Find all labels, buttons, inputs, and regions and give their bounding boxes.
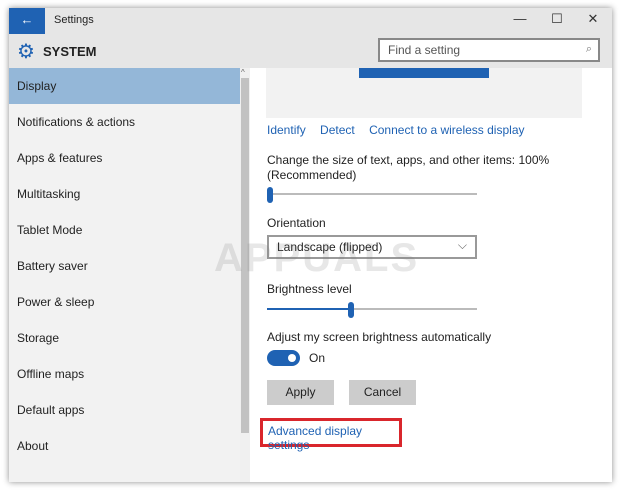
scrollbar-thumb[interactable] (241, 78, 249, 433)
identify-link[interactable]: Identify (267, 123, 306, 137)
sidebar-item-apps-features[interactable]: Apps & features (9, 140, 240, 176)
advanced-display-settings-link[interactable]: Advanced display settings (260, 418, 402, 452)
brightness-slider[interactable] (267, 302, 477, 318)
search-placeholder: Find a setting (388, 43, 461, 57)
sidebar-item-tablet-mode[interactable]: Tablet Mode (9, 212, 240, 248)
scroll-up-icon[interactable]: ^ (241, 68, 245, 77)
search-input[interactable]: Find a setting ⌕ (378, 38, 600, 62)
display-preview (266, 68, 582, 118)
sidebar-item-default-apps[interactable]: Default apps (9, 392, 240, 428)
maximize-button[interactable]: ☐ (542, 11, 572, 27)
auto-brightness-label: Adjust my screen brightness automaticall… (267, 330, 492, 344)
sidebar: Display Notifications & actions Apps & fea… (9, 68, 240, 482)
monitor-tile[interactable] (359, 68, 489, 78)
brightness-label: Brightness level (267, 282, 352, 296)
search-icon: ⌕ (585, 43, 592, 55)
cancel-button[interactable]: Cancel (349, 380, 416, 405)
orientation-value: Landscape (flipped) (277, 240, 383, 254)
sidebar-item-display[interactable]: Display (9, 68, 240, 104)
connect-wireless-link[interactable]: Connect to a wireless display (369, 123, 524, 137)
back-arrow-icon: ← (20, 12, 34, 27)
settings-window: ← Settings — ☐ ✕ ⚙ SYSTEM Find a setting… (9, 8, 612, 482)
title-bar: ← Settings — ☐ ✕ (9, 8, 612, 34)
close-button[interactable]: ✕ (578, 11, 608, 27)
scale-label: Change the size of text, apps, and other… (267, 153, 550, 167)
back-button[interactable]: ← (9, 8, 45, 34)
chevron-down-icon: ⌵ (457, 238, 467, 252)
detect-link[interactable]: Detect (320, 123, 355, 137)
orientation-label: Orientation (267, 216, 326, 230)
auto-brightness-toggle[interactable] (267, 350, 300, 366)
apply-button[interactable]: Apply (267, 380, 334, 405)
scale-sublabel: (Recommended) (267, 168, 357, 182)
display-settings: Identify Detect Connect to a wireless di… (250, 68, 612, 482)
brightness-slider-thumb[interactable] (348, 302, 354, 318)
sidebar-item-multitasking[interactable]: Multitasking (9, 176, 240, 212)
sidebar-item-storage[interactable]: Storage (9, 320, 240, 356)
sidebar-item-battery-saver[interactable]: Battery saver (9, 248, 240, 284)
sidebar-item-about[interactable]: About (9, 428, 240, 464)
toggle-state: On (309, 351, 326, 365)
window-title: Settings (54, 14, 94, 26)
display-links: Identify Detect Connect to a wireless di… (267, 123, 536, 137)
section-title: SYSTEM (43, 44, 97, 59)
scale-slider[interactable] (267, 187, 477, 203)
sidebar-item-notifications-actions[interactable]: Notifications & actions (9, 104, 240, 140)
scrollbar[interactable]: ^ (240, 68, 250, 482)
scale-slider-thumb[interactable] (267, 187, 274, 203)
sidebar-item-power-sleep[interactable]: Power & sleep (9, 284, 240, 320)
minimize-button[interactable]: — (505, 11, 535, 26)
gear-icon: ⚙ (17, 41, 35, 63)
header: ⚙ SYSTEM Find a setting ⌕ (9, 34, 612, 68)
orientation-dropdown[interactable]: Landscape (flipped) ⌵ (267, 235, 477, 259)
sidebar-item-offline-maps[interactable]: Offline maps (9, 356, 240, 392)
